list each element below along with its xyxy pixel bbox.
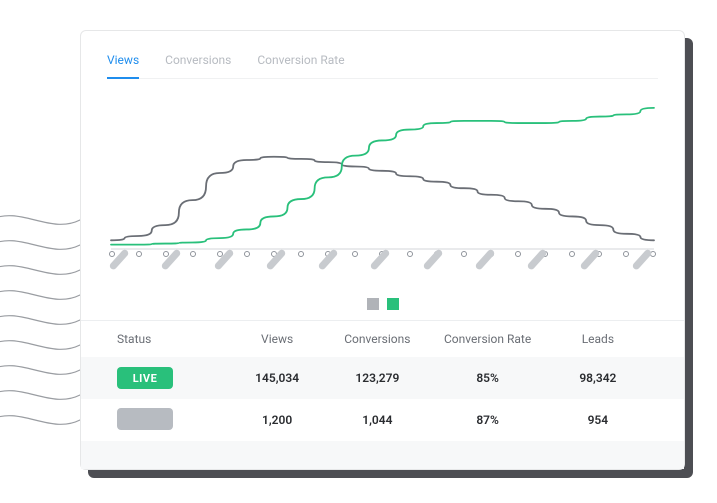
- line-chart: [107, 93, 658, 253]
- status-badge: [117, 408, 173, 430]
- tab-conversions[interactable]: Conversions: [165, 53, 231, 78]
- cell-views: 1,200: [227, 413, 327, 427]
- tab-conversion-rate[interactable]: Conversion Rate: [257, 53, 344, 78]
- analytics-card: Views Conversions Conversion Rate Status…: [80, 30, 685, 470]
- col-leads: Leads: [548, 332, 648, 346]
- legend-swatch-b: [387, 298, 399, 310]
- x-axis-labels: [107, 257, 658, 284]
- cell-leads: 954: [548, 413, 648, 427]
- table-row-empty: [81, 441, 684, 469]
- status-badge: LIVE: [117, 367, 173, 389]
- col-status: Status: [117, 332, 227, 346]
- cell-conversions: 123,279: [327, 371, 427, 385]
- col-conv: Conversions: [327, 332, 427, 346]
- col-views: Views: [227, 332, 327, 346]
- tab-views[interactable]: Views: [107, 53, 139, 79]
- col-rate: Conversion Rate: [427, 332, 547, 346]
- table-row: 1,200 1,044 87% 954: [81, 399, 684, 441]
- cell-leads: 98,342: [548, 371, 648, 385]
- tab-bar: Views Conversions Conversion Rate: [107, 53, 658, 79]
- cell-conversions: 1,044: [327, 413, 427, 427]
- cell-rate: 87%: [427, 413, 547, 427]
- cell-rate: 85%: [427, 371, 547, 385]
- legend-swatch-a: [367, 298, 379, 310]
- cell-views: 145,034: [227, 371, 327, 385]
- table-row: LIVE 145,034 123,279 85% 98,342: [81, 357, 684, 399]
- chart-legend: [107, 298, 658, 310]
- table-header-row: Status Views Conversions Conversion Rate…: [81, 321, 684, 357]
- metrics-table: Status Views Conversions Conversion Rate…: [81, 321, 684, 469]
